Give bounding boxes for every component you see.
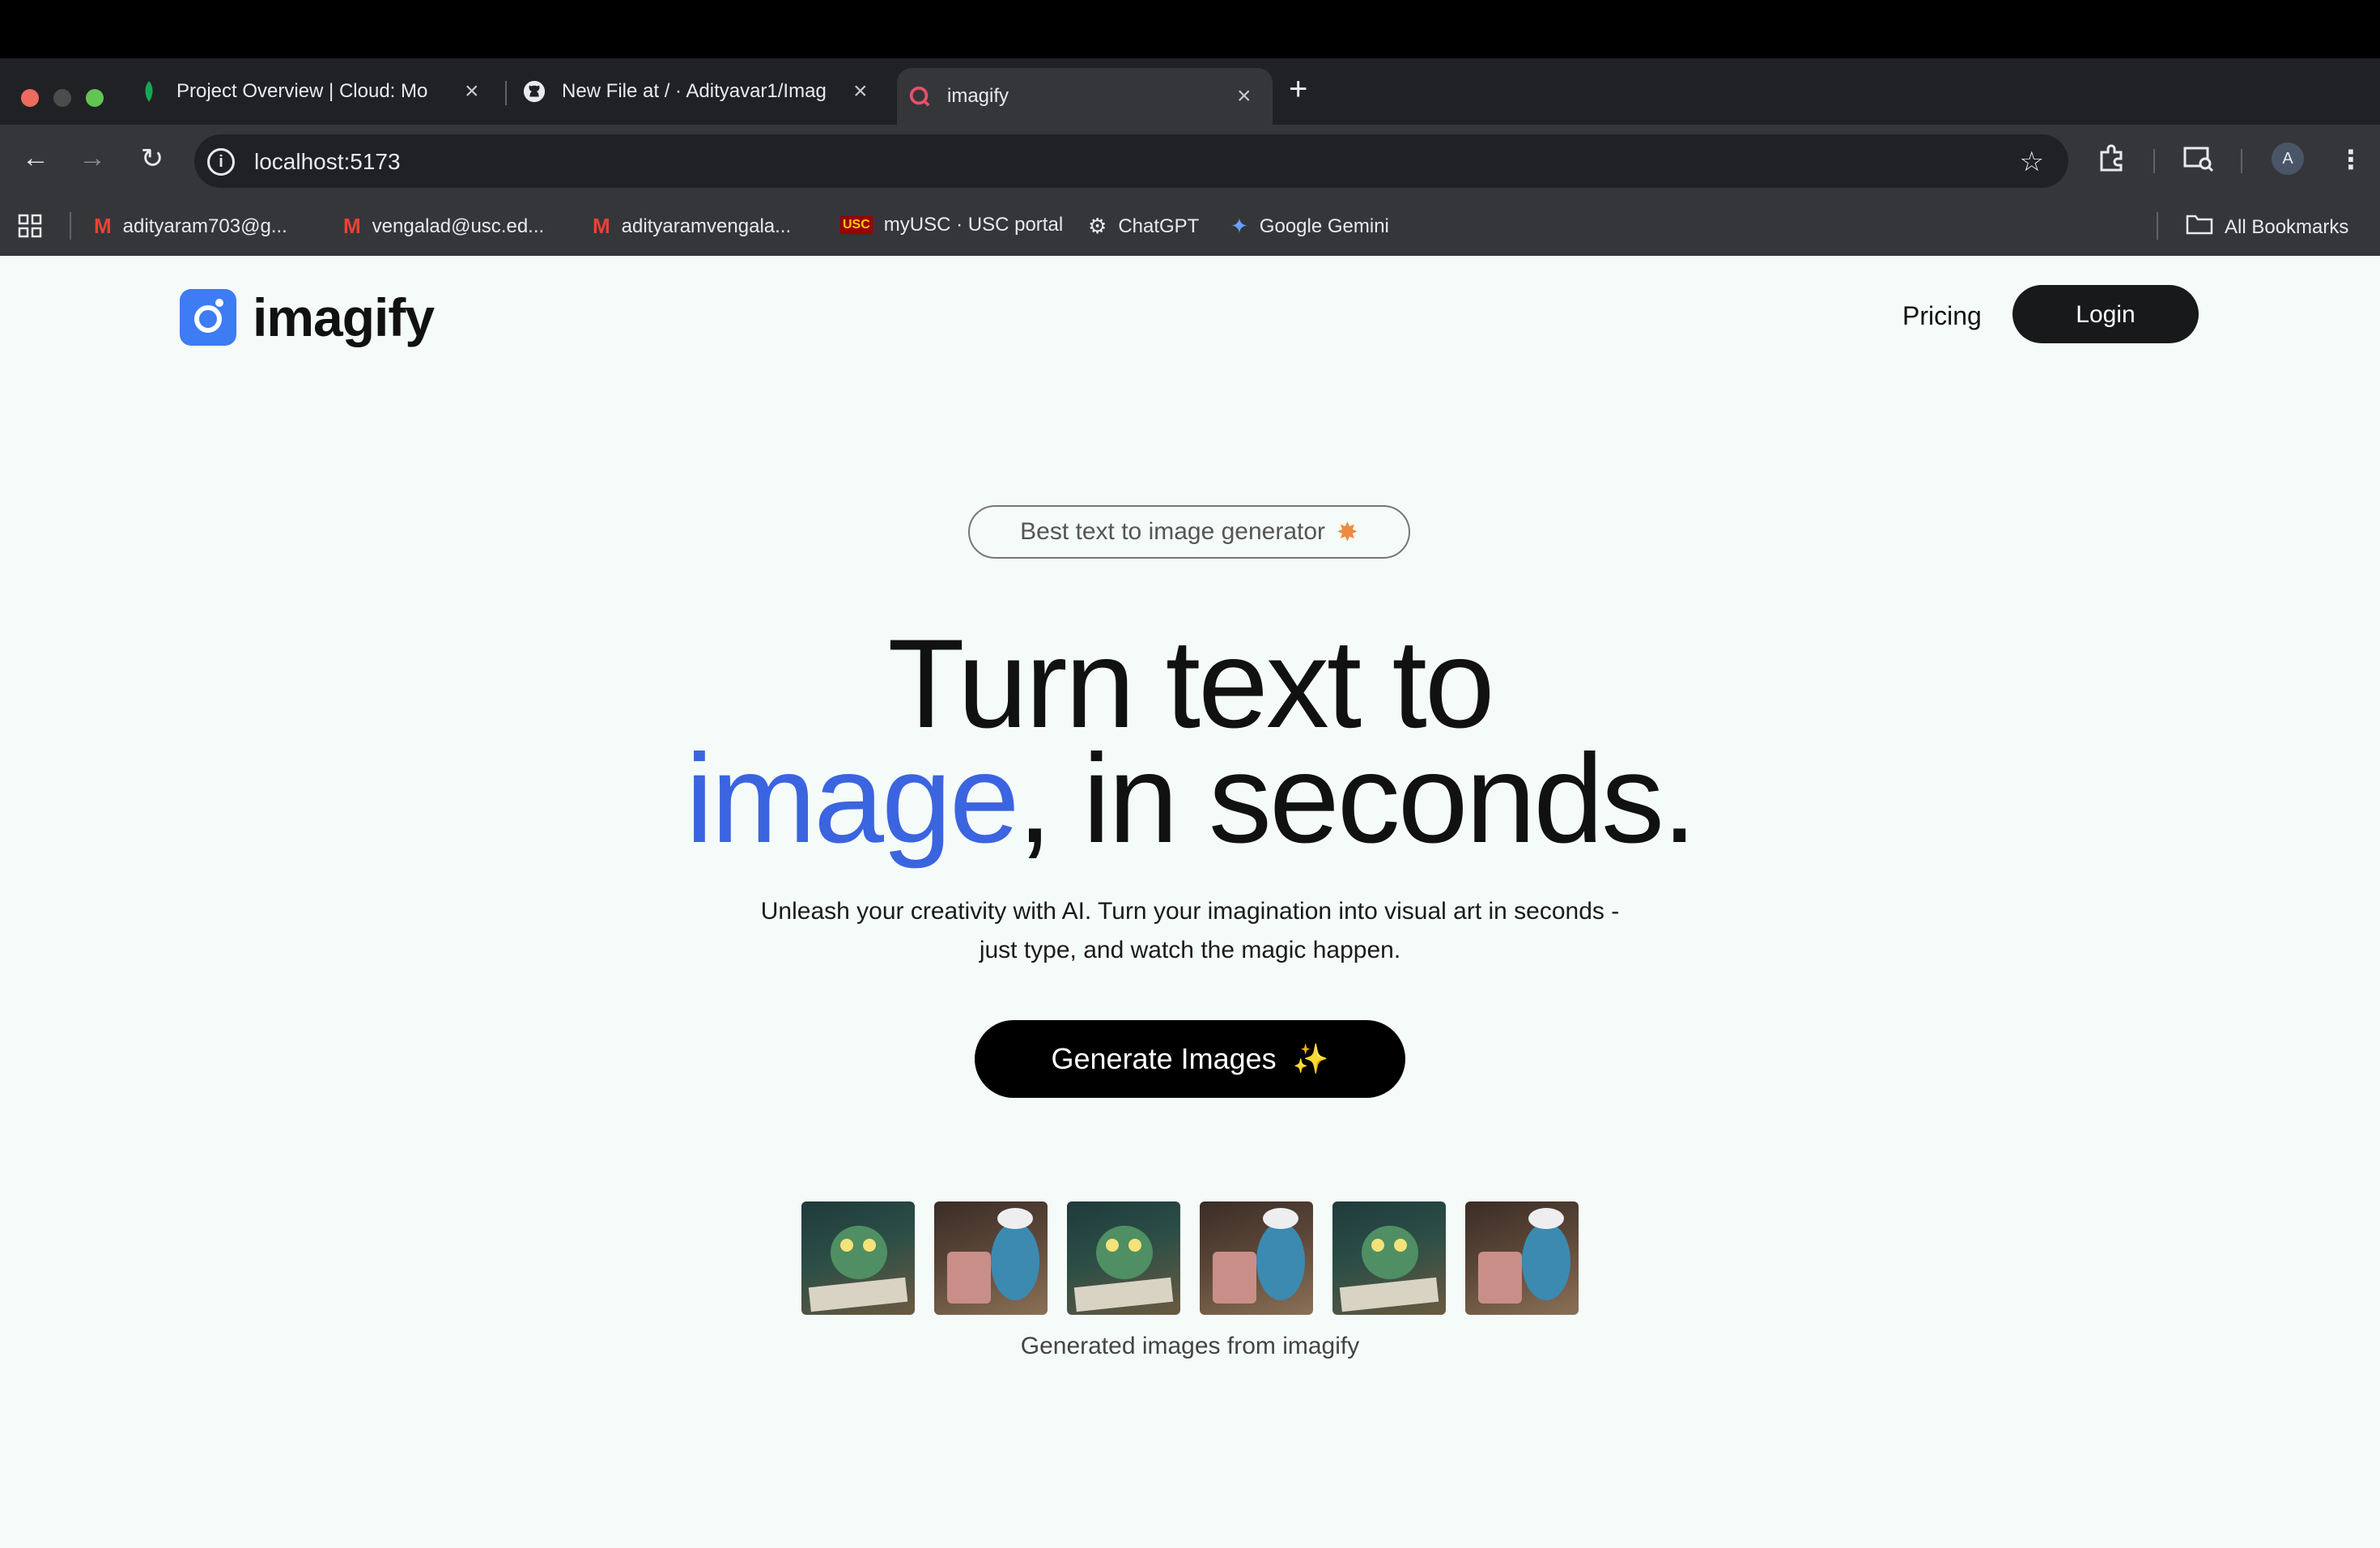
sample-image[interactable] bbox=[801, 1201, 915, 1315]
badge-text: Best text to image generator bbox=[1020, 518, 1326, 545]
imagify-q-icon bbox=[908, 85, 931, 108]
address-bar[interactable]: i localhost:5173 ☆ bbox=[194, 134, 2068, 188]
gallery-caption: Generated images from imagify bbox=[1020, 1333, 1360, 1359]
url-text[interactable]: localhost:5173 bbox=[254, 149, 401, 175]
bookmark-myusc[interactable]: USC myUSC · USC portal bbox=[840, 214, 1063, 236]
hero-title-accent: image bbox=[685, 729, 1020, 870]
reload-icon[interactable]: ↻ bbox=[134, 142, 170, 175]
gmail-icon: M bbox=[343, 214, 361, 238]
sample-image[interactable] bbox=[1465, 1201, 1579, 1315]
bookmark-label: ChatGPT bbox=[1118, 215, 1200, 237]
toolbar-divider bbox=[2153, 149, 2155, 173]
bookmark-star-icon[interactable]: ☆ bbox=[2020, 146, 2044, 178]
sample-gallery bbox=[801, 1201, 1579, 1315]
gmail-icon: M bbox=[94, 214, 112, 238]
bookmark-label: adityaram703@g... bbox=[122, 215, 287, 237]
hero-title-line1: Turn text to bbox=[887, 614, 1494, 755]
hero-subtitle-line1: Unleash your creativity with AI. Turn yo… bbox=[760, 898, 1620, 925]
bookmark-divider bbox=[2157, 212, 2158, 240]
bookmark-divider bbox=[70, 212, 71, 240]
bookmark-label: All Bookmarks bbox=[2225, 215, 2349, 238]
hero-subtitle-line2: just type, and watch the magic happen. bbox=[979, 937, 1401, 963]
bookmark-label: Google Gemini bbox=[1259, 215, 1389, 237]
window-close-button[interactable] bbox=[21, 89, 39, 107]
sample-image[interactable] bbox=[1332, 1201, 1446, 1315]
imagify-logo-icon bbox=[180, 289, 236, 346]
sample-image[interactable] bbox=[1200, 1201, 1313, 1315]
sparkles-icon: ✨ bbox=[1292, 1042, 1329, 1075]
bookmarks-bar: M adityaram703@g... M vengalad@usc.ed...… bbox=[0, 198, 2380, 257]
profile-avatar[interactable]: A bbox=[2272, 142, 2304, 175]
extensions-puzzle-icon[interactable] bbox=[2097, 144, 2126, 180]
tab-github-new-file[interactable]: New File at / · Adityavar1/Imag × bbox=[523, 68, 879, 115]
apps-grid-icon[interactable] bbox=[18, 214, 42, 238]
all-bookmarks[interactable]: All Bookmarks bbox=[2186, 214, 2348, 240]
toolbar-divider bbox=[2241, 149, 2242, 173]
close-icon[interactable]: × bbox=[853, 78, 868, 105]
brand-name: imagify bbox=[253, 287, 435, 347]
bookmark-gemini[interactable]: ✦ Google Gemini bbox=[1230, 214, 1389, 239]
imagify-page: imagify Pricing Login Best text to image… bbox=[0, 256, 2380, 1548]
mongodb-leaf-icon bbox=[138, 80, 160, 103]
bookmark-gmail-2[interactable]: M vengalad@usc.ed... bbox=[343, 214, 544, 239]
tab-imagify[interactable]: imagify × bbox=[897, 68, 1273, 125]
new-tab-icon[interactable]: + bbox=[1289, 71, 1307, 108]
bookmark-gmail-3[interactable]: M adityaramvengala... bbox=[593, 214, 791, 239]
window-minimize-button[interactable] bbox=[53, 89, 71, 107]
more-menu-icon[interactable]: ⋮ bbox=[2338, 144, 2364, 175]
folder-icon bbox=[2186, 214, 2213, 240]
cta-label: Generate Images bbox=[1051, 1042, 1277, 1075]
bookmark-label: myUSC · USC portal bbox=[883, 214, 1064, 236]
tab-title: Project Overview | Cloud: Mo bbox=[176, 80, 428, 102]
hero-badge: Best text to image generator ✸ bbox=[968, 505, 1410, 559]
usc-icon: USC bbox=[840, 216, 873, 234]
browser-tab-strip: Project Overview | Cloud: Mo × New File … bbox=[0, 58, 2380, 125]
bookmark-label: vengalad@usc.ed... bbox=[372, 215, 545, 237]
sample-image[interactable] bbox=[1067, 1201, 1180, 1315]
bookmark-label: adityaramvengala... bbox=[621, 215, 792, 237]
pricing-link[interactable]: Pricing bbox=[1902, 301, 1982, 331]
tab-project-overview[interactable]: Project Overview | Cloud: Mo × bbox=[138, 68, 494, 115]
github-icon bbox=[523, 80, 546, 103]
sample-image[interactable] bbox=[934, 1201, 1048, 1315]
star-badge-icon: ✸ bbox=[1337, 517, 1358, 546]
browser-toolbar: ← → ↻ i localhost:5173 ☆ A ⋮ bbox=[0, 125, 2380, 198]
tab-divider bbox=[505, 81, 507, 105]
hero-title-rest: , in seconds. bbox=[1017, 729, 1698, 870]
close-icon[interactable]: × bbox=[1237, 83, 1252, 110]
site-info-icon[interactable]: i bbox=[207, 148, 235, 176]
os-menu-bar bbox=[0, 0, 2380, 58]
forward-arrow-icon[interactable]: → bbox=[74, 142, 110, 174]
brand-logo[interactable]: imagify bbox=[180, 287, 435, 348]
login-button[interactable]: Login bbox=[2012, 285, 2199, 343]
generate-images-button[interactable]: Generate Images ✨ bbox=[975, 1020, 1405, 1098]
close-icon[interactable]: × bbox=[465, 78, 479, 105]
bookmark-gmail-1[interactable]: M adityaram703@g... bbox=[94, 214, 287, 239]
hero-title-line2: image, in seconds. bbox=[0, 736, 2380, 862]
tab-title: New File at / · Adityavar1/Imag bbox=[562, 80, 827, 102]
gmail-icon: M bbox=[593, 214, 610, 238]
bookmark-chatgpt[interactable]: ⚙ ChatGPT bbox=[1088, 214, 1199, 239]
window-zoom-button[interactable] bbox=[86, 89, 104, 107]
gemini-icon: ✦ bbox=[1230, 214, 1248, 238]
tab-title: imagify bbox=[947, 85, 1009, 107]
chatgpt-icon: ⚙ bbox=[1088, 214, 1107, 238]
back-arrow-icon[interactable]: ← bbox=[18, 142, 53, 174]
tab-search-icon[interactable] bbox=[2182, 144, 2215, 180]
